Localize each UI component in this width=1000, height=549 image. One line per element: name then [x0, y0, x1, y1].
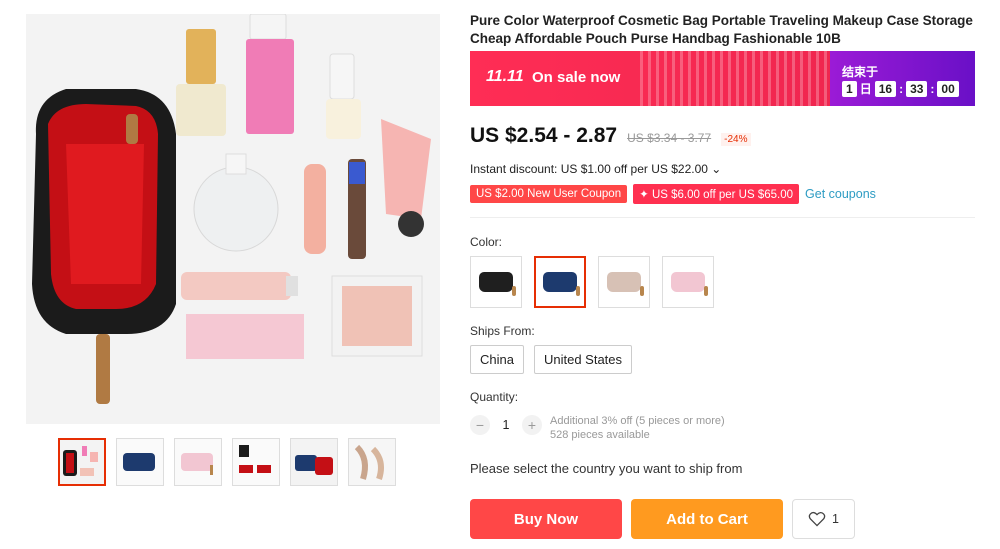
thumbnail-4[interactable] — [232, 438, 280, 486]
shipping-notice: Please select the country you want to sh… — [470, 461, 743, 476]
thumbnail-1[interactable] — [58, 438, 106, 486]
color-label: Color: — [470, 235, 503, 249]
countdown-timer: 1 日 16 : 33 : 00 — [842, 80, 959, 97]
color-swatch-pink[interactable] — [662, 256, 714, 308]
countdown-days: 1 — [842, 80, 857, 97]
store-coupon[interactable]: ✦ US $6.00 off per US $65.00 — [633, 184, 800, 204]
thumbnail-strip — [58, 438, 396, 486]
ship-from-china[interactable]: China — [470, 345, 524, 374]
instant-discount[interactable]: Instant discount: US $1.00 off per US $2… — [470, 162, 721, 176]
countdown-hours: 16 — [874, 80, 897, 97]
thumbnail-5-image — [291, 439, 337, 485]
new-user-coupon[interactable]: US $2.00 New User Coupon — [470, 185, 628, 203]
quantity-stepper: − 1 + — [470, 415, 542, 435]
countdown-seconds: 00 — [937, 80, 959, 97]
add-to-cart-button[interactable]: Add to Cart — [631, 499, 783, 539]
ships-from-label: Ships From: — [470, 324, 535, 338]
thumbnail-3[interactable] — [174, 438, 222, 486]
thumbnail-2[interactable] — [116, 438, 164, 486]
bag-icon — [543, 272, 580, 296]
quantity-minus-button[interactable]: − — [470, 415, 490, 435]
coupon-row: US $2.00 New User Coupon ✦ US $6.00 off … — [470, 184, 876, 204]
thumbnail-6-image — [349, 439, 395, 485]
bag-icon — [479, 272, 516, 296]
ships-from-options: China United States — [470, 345, 633, 374]
price-row: US $2.54 - 2.87 US $3.34 - 3.77 -24% — [470, 124, 751, 148]
quantity-value[interactable]: 1 — [490, 418, 522, 432]
color-swatch-beige[interactable] — [598, 256, 650, 308]
thumbnail-6[interactable] — [348, 438, 396, 486]
cosmetic-bag-photo — [26, 14, 440, 424]
sale-number: 11.11 — [486, 68, 524, 85]
product-title: Pure Color Waterproof Cosmetic Bag Porta… — [470, 13, 973, 46]
main-product-image[interactable] — [26, 14, 440, 424]
wishlist-count: 1 — [832, 512, 839, 526]
bag-icon — [607, 272, 644, 296]
ends-label: 结束于 — [842, 65, 879, 79]
original-price: US $3.34 - 3.77 — [627, 131, 712, 145]
current-price: US $2.54 - 2.87 — [470, 124, 618, 147]
thumbnail-2-image — [117, 439, 163, 485]
countdown-minutes: 33 — [906, 80, 928, 97]
bag-icon — [671, 272, 708, 296]
discount-badge: -24% — [721, 133, 751, 146]
buy-now-button[interactable]: Buy Now — [470, 499, 622, 539]
color-swatch-black[interactable] — [470, 256, 522, 308]
divider — [470, 217, 975, 218]
thumbnail-3-image — [175, 439, 221, 485]
sale-text: On sale now — [532, 69, 621, 86]
thumbnail-5[interactable] — [290, 438, 338, 486]
quantity-label: Quantity: — [470, 390, 519, 404]
color-swatch-navy[interactable] — [534, 256, 586, 308]
quantity-plus-button[interactable]: + — [522, 415, 542, 435]
color-swatches — [470, 256, 714, 308]
quantity-info: Additional 3% off (5 pieces or more) 528… — [550, 414, 725, 442]
countdown-days-unit: 日 — [859, 82, 872, 96]
countdown-separator: : — [930, 81, 935, 96]
ship-from-united-states[interactable]: United States — [533, 345, 633, 374]
get-coupons-link[interactable]: Get coupons — [805, 187, 876, 201]
thumbnail-1-image — [60, 440, 104, 484]
sale-banner[interactable]: 11.11 On sale now 结束于 1 日 16 : 33 : 00 — [470, 51, 975, 106]
heart-icon — [808, 511, 826, 527]
stock-available-text: 528 pieces available — [550, 429, 650, 441]
countdown-separator: : — [899, 81, 904, 96]
banner-stripes — [640, 51, 840, 106]
thumbnail-4-image — [233, 439, 279, 485]
wishlist-button[interactable]: 1 — [792, 499, 855, 539]
bulk-discount-text: Additional 3% off (5 pieces or more) — [550, 415, 725, 427]
